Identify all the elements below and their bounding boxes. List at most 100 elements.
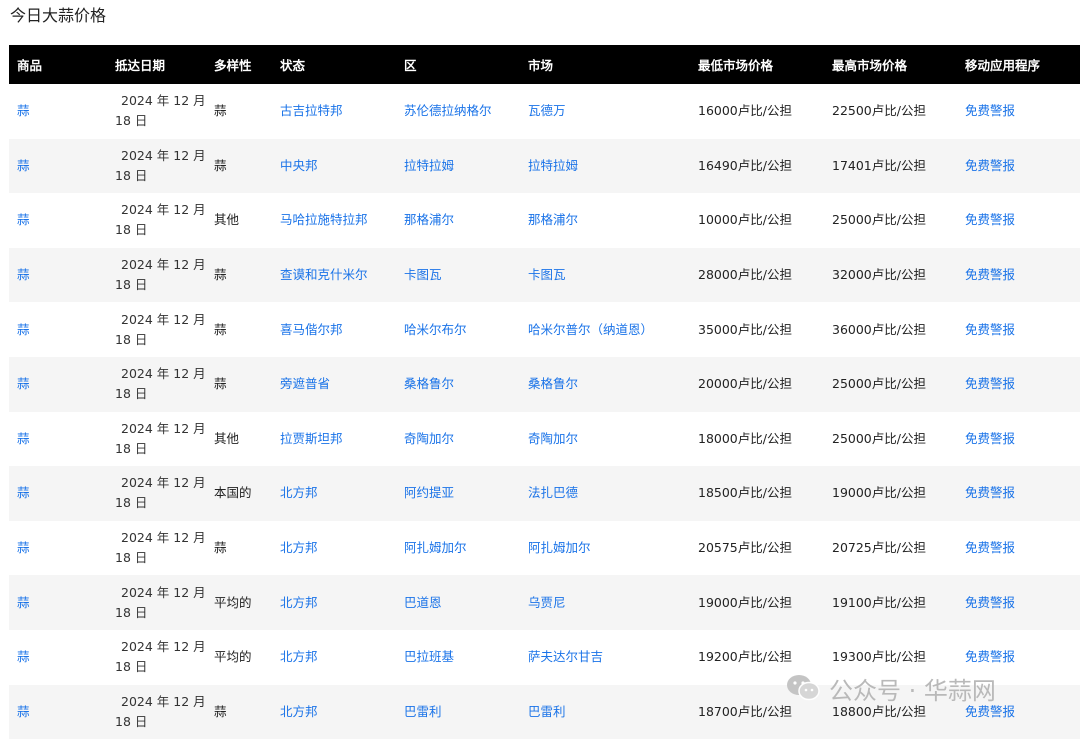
market-link[interactable]: 瓦德万 bbox=[528, 103, 566, 118]
state-link[interactable]: 北方邦 bbox=[280, 595, 318, 610]
market-link[interactable]: 萨夫达尔甘吉 bbox=[528, 649, 603, 664]
market-link[interactable]: 乌贾尼 bbox=[528, 595, 566, 610]
state-link[interactable]: 北方邦 bbox=[280, 649, 318, 664]
market-link[interactable]: 卡图瓦 bbox=[528, 267, 566, 282]
table-row: 蒜 2024 年 12 月 18 日其他 拉贾斯坦邦 奇陶加尔 奇陶加尔 18000卢比/… bbox=[9, 411, 1080, 467]
market-link[interactable]: 哈米尔普尔（纳道恩） bbox=[528, 322, 653, 337]
table-cell: 巴拉班基 bbox=[396, 630, 520, 685]
state-link[interactable]: 中央邦 bbox=[280, 158, 318, 173]
district-link[interactable]: 那格浦尔 bbox=[404, 212, 454, 227]
table-cell: 2024 年 12 月 18 日 bbox=[107, 412, 206, 467]
commodity-link[interactable]: 蒜 bbox=[17, 595, 30, 610]
table-cell: 免费警报 bbox=[957, 357, 1080, 412]
commodity-link[interactable]: 蒜 bbox=[17, 431, 30, 446]
free-alert-link[interactable]: 免费警报 bbox=[965, 540, 1015, 555]
table-cell: 旁遮普省 bbox=[272, 357, 396, 412]
state-link[interactable]: 北方邦 bbox=[280, 704, 318, 719]
commodity-link[interactable]: 蒜 bbox=[17, 103, 30, 118]
commodity-link[interactable]: 蒜 bbox=[17, 376, 30, 391]
arrival-date: 2024 年 12 月 18 日 bbox=[115, 584, 206, 620]
table-cell: 25000卢比/公担 bbox=[824, 357, 957, 412]
table-cell: 36000卢比/公担 bbox=[824, 302, 957, 357]
market-link[interactable]: 巴雷利 bbox=[528, 704, 566, 719]
district-link[interactable]: 苏伦德拉纳格尔 bbox=[404, 103, 492, 118]
market-link[interactable]: 法扎巴德 bbox=[528, 485, 578, 500]
variety: 平均的 bbox=[214, 594, 252, 610]
market-link[interactable]: 奇陶加尔 bbox=[528, 431, 578, 446]
table-cell: 瓦德万 bbox=[520, 84, 690, 139]
variety: 蒜 bbox=[214, 540, 227, 556]
state-link[interactable]: 查谟和克什米尔 bbox=[280, 267, 368, 282]
state-link[interactable]: 旁遮普省 bbox=[280, 376, 330, 391]
table-cell: 奇陶加尔 bbox=[520, 412, 690, 467]
commodity-link[interactable]: 蒜 bbox=[17, 267, 30, 282]
state-link[interactable]: 北方邦 bbox=[280, 485, 318, 500]
district-link[interactable]: 巴雷利 bbox=[404, 704, 442, 719]
table-cell: 巴道恩 bbox=[396, 575, 520, 630]
min-price: 35000卢比/公担 bbox=[698, 321, 792, 337]
arrival-date: 2024 年 12 月 18 日 bbox=[115, 366, 206, 402]
table-row: 蒜 2024 年 12 月 18 日蒜中央邦 拉特拉姆 拉特拉姆 16490卢比/公担 1… bbox=[9, 138, 1080, 194]
header-max-price: 最高市场价格 bbox=[832, 58, 908, 73]
table-cell: 18000卢比/公担 bbox=[690, 412, 824, 467]
commodity-link[interactable]: 蒜 bbox=[17, 540, 30, 555]
free-alert-link[interactable]: 免费警报 bbox=[965, 322, 1015, 337]
variety: 本国的 bbox=[214, 485, 252, 501]
market-link[interactable]: 阿扎姆加尔 bbox=[528, 540, 591, 555]
district-link[interactable]: 巴道恩 bbox=[404, 595, 442, 610]
variety: 蒜 bbox=[214, 321, 227, 337]
table-cell: 2024 年 12 月 18 日 bbox=[107, 193, 206, 248]
free-alert-link[interactable]: 免费警报 bbox=[965, 267, 1015, 282]
max-price: 25000卢比/公担 bbox=[832, 212, 926, 228]
district-link[interactable]: 阿扎姆加尔 bbox=[404, 540, 467, 555]
district-link[interactable]: 桑格鲁尔 bbox=[404, 376, 454, 391]
table-cell: 拉贾斯坦邦 bbox=[272, 412, 396, 467]
commodity-link[interactable]: 蒜 bbox=[17, 485, 30, 500]
market-link[interactable]: 拉特拉姆 bbox=[528, 158, 578, 173]
district-link[interactable]: 奇陶加尔 bbox=[404, 431, 454, 446]
table-row: 蒜 2024 年 12 月 18 日蒜旁遮普省 桑格鲁尔 桑格鲁尔 20000卢比/公担… bbox=[9, 356, 1080, 412]
table-cell: 蒜 bbox=[206, 357, 272, 412]
table-row: 蒜 2024 年 12 月 18 日本国的 北方邦 阿约提亚 法扎巴德 18500卢比/公… bbox=[9, 466, 1080, 521]
table-cell: 19000卢比/公担 bbox=[690, 575, 824, 630]
district-link[interactable]: 巴拉班基 bbox=[404, 649, 454, 664]
table-cell: 2024 年 12 月 18 日 bbox=[107, 84, 206, 139]
district-link[interactable]: 哈米尔布尔 bbox=[404, 322, 467, 337]
table-row: 蒜 2024 年 12 月 18 日平均的 北方邦 巴道恩 乌贾尼 19000卢比/公担 1… bbox=[9, 575, 1080, 630]
district-link[interactable]: 卡图瓦 bbox=[404, 267, 442, 282]
commodity-link[interactable]: 蒜 bbox=[17, 158, 30, 173]
free-alert-link[interactable]: 免费警报 bbox=[965, 704, 1015, 719]
free-alert-link[interactable]: 免费警报 bbox=[965, 595, 1015, 610]
free-alert-link[interactable]: 免费警报 bbox=[965, 103, 1015, 118]
arrival-date: 2024 年 12 月 18 日 bbox=[115, 93, 206, 129]
market-link[interactable]: 那格浦尔 bbox=[528, 212, 578, 227]
table-cell: 2024 年 12 月 18 日 bbox=[107, 466, 206, 521]
table-cell: 25000卢比/公担 bbox=[824, 193, 957, 248]
state-link[interactable]: 喜马偕尔邦 bbox=[280, 322, 343, 337]
free-alert-link[interactable]: 免费警报 bbox=[965, 158, 1015, 173]
free-alert-link[interactable]: 免费警报 bbox=[965, 212, 1015, 227]
state-link[interactable]: 古吉拉特邦 bbox=[280, 103, 343, 118]
commodity-link[interactable]: 蒜 bbox=[17, 649, 30, 664]
commodity-link[interactable]: 蒜 bbox=[17, 704, 30, 719]
free-alert-link[interactable]: 免费警报 bbox=[965, 485, 1015, 500]
market-link[interactable]: 桑格鲁尔 bbox=[528, 376, 578, 391]
min-price: 16490卢比/公担 bbox=[698, 157, 792, 173]
min-price: 19000卢比/公担 bbox=[698, 594, 792, 610]
free-alert-link[interactable]: 免费警报 bbox=[965, 376, 1015, 391]
district-link[interactable]: 拉特拉姆 bbox=[404, 158, 454, 173]
table-cell: 蒜 bbox=[9, 248, 107, 303]
commodity-link[interactable]: 蒜 bbox=[17, 322, 30, 337]
state-link[interactable]: 北方邦 bbox=[280, 540, 318, 555]
variety: 蒜 bbox=[214, 703, 227, 719]
commodity-link[interactable]: 蒜 bbox=[17, 212, 30, 227]
max-price: 19300卢比/公担 bbox=[832, 649, 926, 665]
table-cell: 蒜 bbox=[206, 139, 272, 194]
free-alert-link[interactable]: 免费警报 bbox=[965, 649, 1015, 664]
state-link[interactable]: 拉贾斯坦邦 bbox=[280, 431, 343, 446]
table-cell: 2024 年 12 月 18 日 bbox=[107, 521, 206, 576]
district-link[interactable]: 阿约提亚 bbox=[404, 485, 454, 500]
free-alert-link[interactable]: 免费警报 bbox=[965, 431, 1015, 446]
table-cell: 蒜 bbox=[206, 84, 272, 139]
state-link[interactable]: 马哈拉施特拉邦 bbox=[280, 212, 368, 227]
